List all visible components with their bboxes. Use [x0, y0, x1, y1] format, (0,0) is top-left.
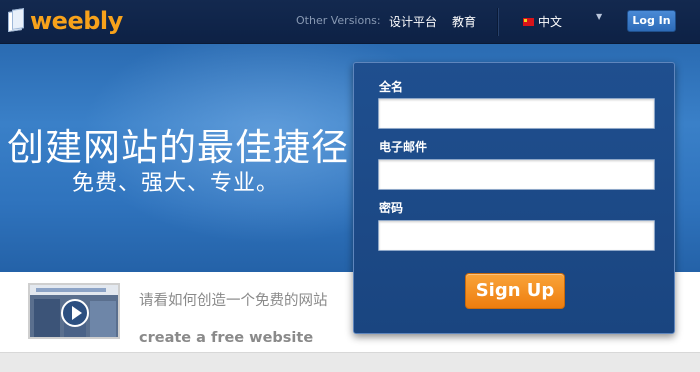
- weebly-logo[interactable]: weebly: [6, 6, 123, 36]
- language-selector[interactable]: 中文: [523, 13, 562, 30]
- video-caption-en[interactable]: create a free website: [139, 330, 313, 346]
- email-label: 电子邮件: [379, 140, 428, 154]
- video-thumbnail[interactable]: [28, 283, 120, 339]
- footer-strip: [0, 352, 700, 372]
- login-button[interactable]: Log In: [627, 10, 676, 32]
- nav-divider: [497, 8, 498, 36]
- chevron-down-icon[interactable]: ▼: [596, 12, 602, 21]
- logo-text: weebly: [30, 7, 123, 35]
- other-versions-label: Other Versions:: [296, 14, 381, 27]
- play-icon[interactable]: [61, 299, 89, 327]
- nav-link-education[interactable]: 教育: [452, 13, 476, 30]
- hero-title: 创建网站的最佳捷径: [7, 126, 349, 169]
- full-name-label: 全名: [379, 80, 404, 94]
- weebly-logo-icon: [6, 7, 26, 35]
- full-name-input[interactable]: [378, 98, 655, 129]
- password-input[interactable]: [378, 220, 655, 251]
- china-flag-icon: [523, 17, 534, 26]
- nav-link-design-platform[interactable]: 设计平台: [389, 13, 437, 30]
- top-navigation-bar: weebly Other Versions: 设计平台 教育 中文 ▼ Log …: [0, 0, 700, 44]
- email-input[interactable]: [378, 159, 655, 190]
- language-label: 中文: [538, 15, 563, 29]
- signup-form: 全名 电子邮件 密码 Sign Up: [353, 62, 675, 334]
- signup-button[interactable]: Sign Up: [465, 273, 565, 309]
- video-caption-cn[interactable]: 请看如何创造一个免费的网站: [139, 291, 339, 311]
- password-label: 密码: [379, 201, 404, 215]
- hero-subtitle: 免费、强大、专业。: [72, 171, 280, 196]
